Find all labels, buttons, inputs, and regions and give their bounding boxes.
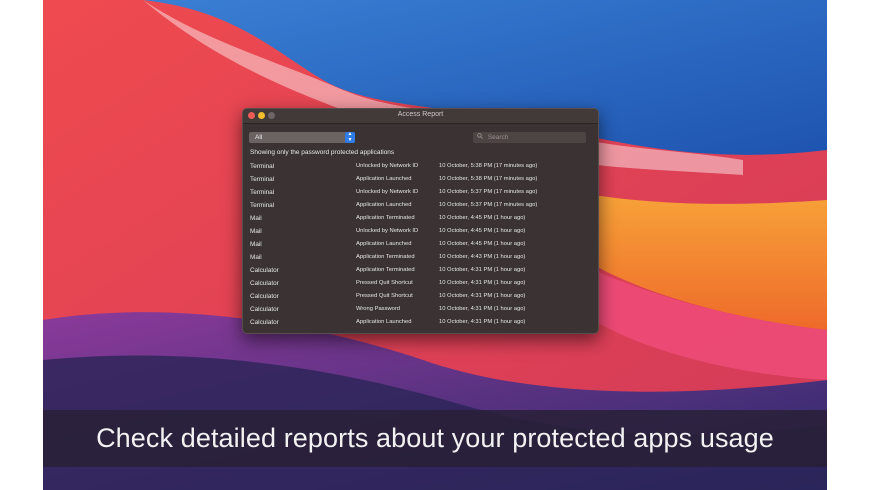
app-name-cell: Terminal bbox=[250, 202, 275, 209]
table-row[interactable]: Calculator Application Terminated 10 Octob… bbox=[243, 264, 598, 277]
app-name-cell: Mail bbox=[250, 254, 262, 261]
screenshot-stage: Access Report All ▲ ▼ Search Showing only… bbox=[0, 0, 870, 490]
event-cell: Pressed Quit Shortcut bbox=[356, 293, 413, 299]
event-cell: Application Launched bbox=[356, 176, 412, 182]
time-cell: 10 October, 4:31 PM (1 hour ago) bbox=[439, 267, 526, 273]
app-name-cell: Calculator bbox=[250, 319, 279, 326]
time-cell: 10 October, 5:37 PM (17 minutes ago) bbox=[439, 202, 538, 208]
time-cell: 10 October, 4:45 PM (1 hour ago) bbox=[439, 228, 526, 234]
window-titlebar[interactable]: Access Report bbox=[243, 109, 598, 124]
promo-caption-band: Check detailed reports about your protec… bbox=[43, 410, 827, 467]
promo-caption: Check detailed reports about your protec… bbox=[96, 423, 774, 453]
table-row[interactable]: Terminal Unlocked by Network ID 10 October… bbox=[243, 160, 598, 173]
event-cell: Application Terminated bbox=[356, 267, 415, 273]
time-cell: 10 October, 4:45 PM (1 hour ago) bbox=[439, 241, 526, 247]
access-report-window: Access Report All ▲ ▼ Search Showing only… bbox=[242, 108, 599, 334]
event-cell: Application Launched bbox=[356, 202, 412, 208]
event-cell: Pressed Quit Shortcut bbox=[356, 280, 413, 286]
table-row[interactable]: Calculator Pressed Quit Shortcut 10 Octobe… bbox=[243, 277, 598, 290]
event-cell: Application Terminated bbox=[356, 254, 415, 260]
app-name-cell: Mail bbox=[250, 241, 262, 248]
app-name-cell: Calculator bbox=[250, 280, 279, 287]
search-icon bbox=[477, 132, 483, 143]
left-margin bbox=[0, 0, 43, 490]
app-name-cell: Terminal bbox=[250, 163, 275, 170]
table-row[interactable]: Calculator Application Launched 10 October… bbox=[243, 316, 598, 329]
app-name-cell: Terminal bbox=[250, 176, 275, 183]
table-row[interactable]: Mail Application Terminated 10 October, 4:… bbox=[243, 212, 598, 225]
table-row[interactable]: Terminal Unlocked by Network ID 10 October… bbox=[243, 186, 598, 199]
time-cell: 10 October, 4:31 PM (1 hour ago) bbox=[439, 293, 526, 299]
table-row[interactable]: Terminal Application Launched 10 October, … bbox=[243, 199, 598, 212]
updown-chevron-icon: ▲ ▼ bbox=[345, 131, 355, 143]
app-name-cell: Terminal bbox=[250, 189, 275, 196]
window-toolbar: All ▲ ▼ Search bbox=[243, 124, 598, 146]
table-row[interactable]: Calculator Wrong Password 10 October, 4:31… bbox=[243, 303, 598, 316]
event-cell: Unlocked by Network ID bbox=[356, 163, 419, 169]
app-filter-value: All bbox=[255, 134, 263, 141]
time-cell: 10 October, 4:43 PM (1 hour ago) bbox=[439, 254, 526, 260]
table-row[interactable]: Terminal Application Launched 10 October, … bbox=[243, 173, 598, 186]
app-name-cell: Mail bbox=[250, 228, 262, 235]
right-margin bbox=[827, 0, 870, 490]
app-name-cell: Mail bbox=[250, 215, 262, 222]
table-row[interactable]: Mail Unlocked by Network ID 10 October, 4:… bbox=[243, 225, 598, 238]
app-name-cell: Calculator bbox=[250, 306, 279, 313]
app-filter-select[interactable]: All ▲ ▼ bbox=[249, 131, 355, 143]
time-cell: 10 October, 4:45 PM (1 hour ago) bbox=[439, 215, 526, 221]
time-cell: 10 October, 5:38 PM (17 minutes ago) bbox=[439, 163, 538, 169]
event-cell: Unlocked by Network ID bbox=[356, 228, 419, 234]
event-cell: Unlocked by Network ID bbox=[356, 189, 419, 195]
event-cell: Application Launched bbox=[356, 319, 412, 325]
app-name-cell: Calculator bbox=[250, 293, 279, 300]
report-table: Terminal Unlocked by Network ID 10 October… bbox=[243, 160, 598, 329]
search-input[interactable]: Search bbox=[473, 132, 586, 143]
app-name-cell: Calculator bbox=[250, 267, 279, 274]
event-cell: Application Terminated bbox=[356, 215, 415, 221]
time-cell: 10 October, 5:38 PM (17 minutes ago) bbox=[439, 176, 538, 182]
table-row[interactable]: Mail Application Terminated 10 October, 4:… bbox=[243, 251, 598, 264]
time-cell: 10 October, 5:37 PM (17 minutes ago) bbox=[439, 189, 538, 195]
time-cell: 10 October, 4:31 PM (1 hour ago) bbox=[439, 306, 526, 312]
event-cell: Application Launched bbox=[356, 241, 412, 247]
time-cell: 10 October, 4:31 PM (1 hour ago) bbox=[439, 280, 526, 286]
table-row[interactable]: Mail Application Launched 10 October, 4:45… bbox=[243, 238, 598, 251]
table-row[interactable]: Calculator Pressed Quit Shortcut 10 Octobe… bbox=[243, 290, 598, 303]
filter-notice: Showing only the password protected appl… bbox=[250, 149, 395, 156]
event-cell: Wrong Password bbox=[356, 306, 401, 312]
window-title: Access Report bbox=[397, 111, 444, 118]
time-cell: 10 October, 4:31 PM (1 hour ago) bbox=[439, 319, 526, 325]
search-placeholder: Search bbox=[487, 134, 509, 141]
